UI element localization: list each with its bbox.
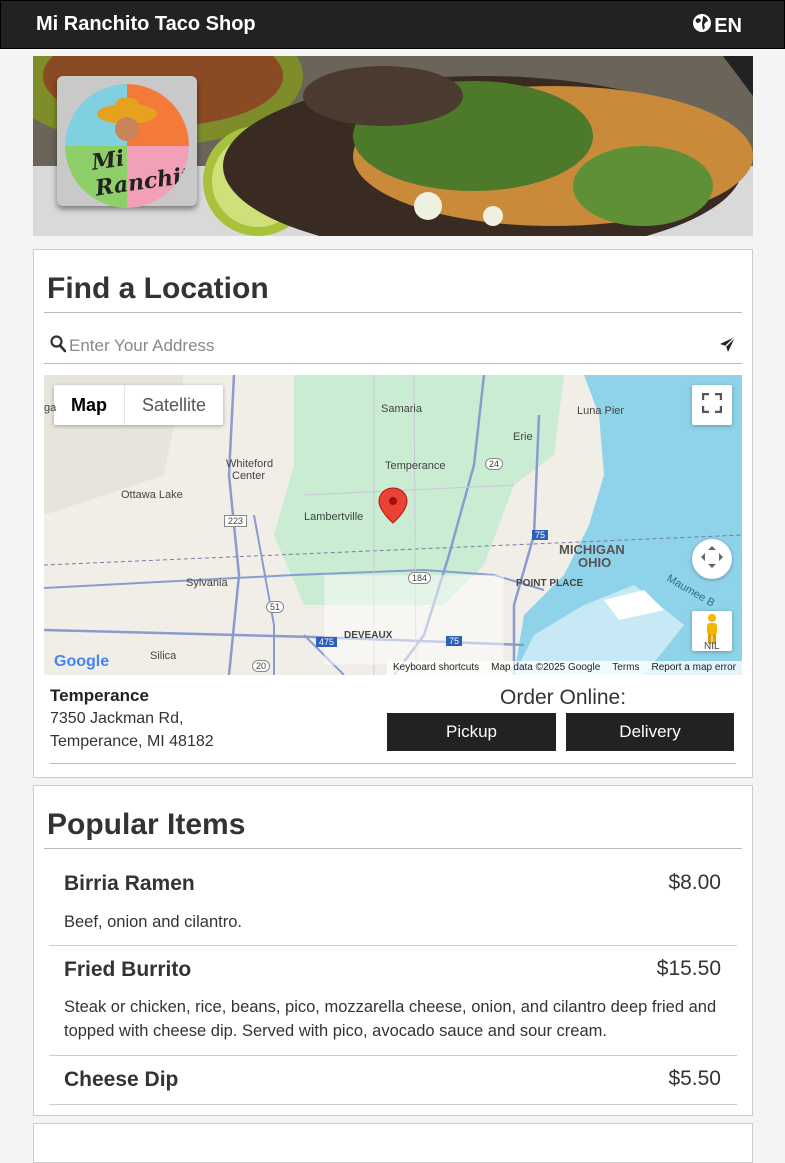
- move-arrows-icon: [699, 544, 725, 575]
- map-label: ga: [44, 402, 57, 414]
- search-icon: [50, 335, 67, 358]
- menu-item-name: Birria Ramen: [64, 872, 195, 895]
- google-logo-text: Google: [54, 653, 110, 670]
- pickup-button[interactable]: Pickup: [387, 713, 556, 751]
- address-input[interactable]: [69, 333, 709, 359]
- route-shield: 20: [252, 660, 271, 672]
- restaurant-logo: Mi Ranchito: [57, 76, 197, 208]
- find-location-title: Find a Location: [47, 272, 269, 305]
- map-label: Luna Pier: [577, 405, 625, 417]
- route-shield: 75: [532, 530, 549, 540]
- menu-item-description: Steak or chicken, rice, beans, pico, moz…: [64, 998, 717, 1040]
- menu-item-name: Fried Burrito: [64, 958, 192, 981]
- map-label: Erie: [513, 431, 533, 443]
- route-shield: 75: [446, 636, 463, 646]
- map-label: Ottawa Lake: [121, 489, 183, 501]
- map-label: NIL: [704, 641, 720, 652]
- route-shield: 184: [408, 572, 432, 584]
- language-label: EN: [714, 14, 742, 37]
- popular-items-card: Popular Items Birria Ramen $8.00 Beef, o…: [33, 785, 753, 1116]
- map-type-control: Map Satellite: [54, 385, 224, 425]
- camera-control-button[interactable]: [692, 539, 732, 579]
- map-type-satellite-button[interactable]: Satellite: [124, 385, 223, 425]
- map-label: Samaria: [381, 403, 422, 415]
- order-online-label: Order Online:: [500, 686, 627, 709]
- find-location-card: Find a Location Enter Your Address Map S…: [33, 249, 753, 778]
- map-label: Sylvania: [186, 577, 228, 589]
- fullscreen-icon: [701, 392, 723, 418]
- menu-item[interactable]: Cheese Dip $5.50: [49, 1056, 737, 1105]
- route-shield: 223: [224, 515, 248, 527]
- keyboard-shortcuts-link[interactable]: Keyboard shortcuts: [393, 661, 479, 675]
- popular-items-title: Popular Items: [47, 808, 246, 841]
- map-label: POINT PLACE: [516, 578, 584, 589]
- menu-item[interactable]: Fried Burrito $15.50 Steak or chicken, r…: [49, 946, 737, 1056]
- map-label: Whiteford: [226, 458, 274, 470]
- route-shield: 475: [316, 637, 338, 647]
- menu-item-name: Cheese Dip: [64, 1068, 179, 1091]
- hero-banner: Mi Ranchito: [33, 56, 753, 236]
- map-label: Silica: [150, 650, 177, 662]
- menu-item-price: $15.50: [656, 957, 721, 980]
- brand-name[interactable]: Mi Ranchito Taco Shop: [36, 13, 256, 36]
- report-map-error-link[interactable]: Report a map error: [652, 661, 736, 675]
- title-divider: [44, 848, 742, 849]
- language-selector[interactable]: EN: [692, 13, 742, 39]
- delivery-button[interactable]: Delivery: [566, 713, 734, 751]
- menu-item[interactable]: Birria Ramen $8.00 Beef, onion and cilan…: [49, 850, 737, 946]
- top-navbar: Mi Ranchito Taco Shop EN: [0, 0, 785, 49]
- map-data-attribution: Map data ©2025 Google: [491, 662, 601, 673]
- map-type-map-button[interactable]: Map: [54, 385, 124, 425]
- menu-item-price: $8.00: [668, 871, 721, 894]
- menu-item-price: $5.50: [668, 1067, 721, 1090]
- paper-plane-icon[interactable]: [719, 336, 736, 358]
- location-divider: [50, 763, 736, 764]
- map-label-state: OHIO: [578, 555, 612, 570]
- fullscreen-button[interactable]: [692, 385, 732, 425]
- map-label: DEVEAUX: [344, 630, 393, 641]
- menu-item-description: Beef, onion and cilantro.: [64, 913, 242, 931]
- location-address-line2: Temperance, MI 48182: [50, 733, 214, 750]
- map-footer: Keyboard shortcuts Map data ©2025 Google…: [386, 661, 742, 675]
- location-address-line1: 7350 Jackman Rd,: [50, 710, 184, 727]
- globe-icon: [692, 13, 712, 39]
- title-divider: [44, 312, 742, 313]
- next-section-card: [33, 1123, 753, 1163]
- map-label: Lambertville: [304, 511, 364, 523]
- google-logo[interactable]: Google: [54, 653, 109, 671]
- map-label: Center: [232, 470, 266, 482]
- map-label: Temperance: [385, 460, 446, 472]
- location-name: Temperance: [50, 686, 149, 705]
- terms-link[interactable]: Terms: [612, 661, 639, 675]
- route-shield: 51: [266, 601, 285, 613]
- route-shield: 24: [485, 458, 504, 470]
- location-map[interactable]: Map Satellite ga Samaria Luna Pier Erie …: [44, 375, 742, 675]
- address-search: [44, 330, 742, 364]
